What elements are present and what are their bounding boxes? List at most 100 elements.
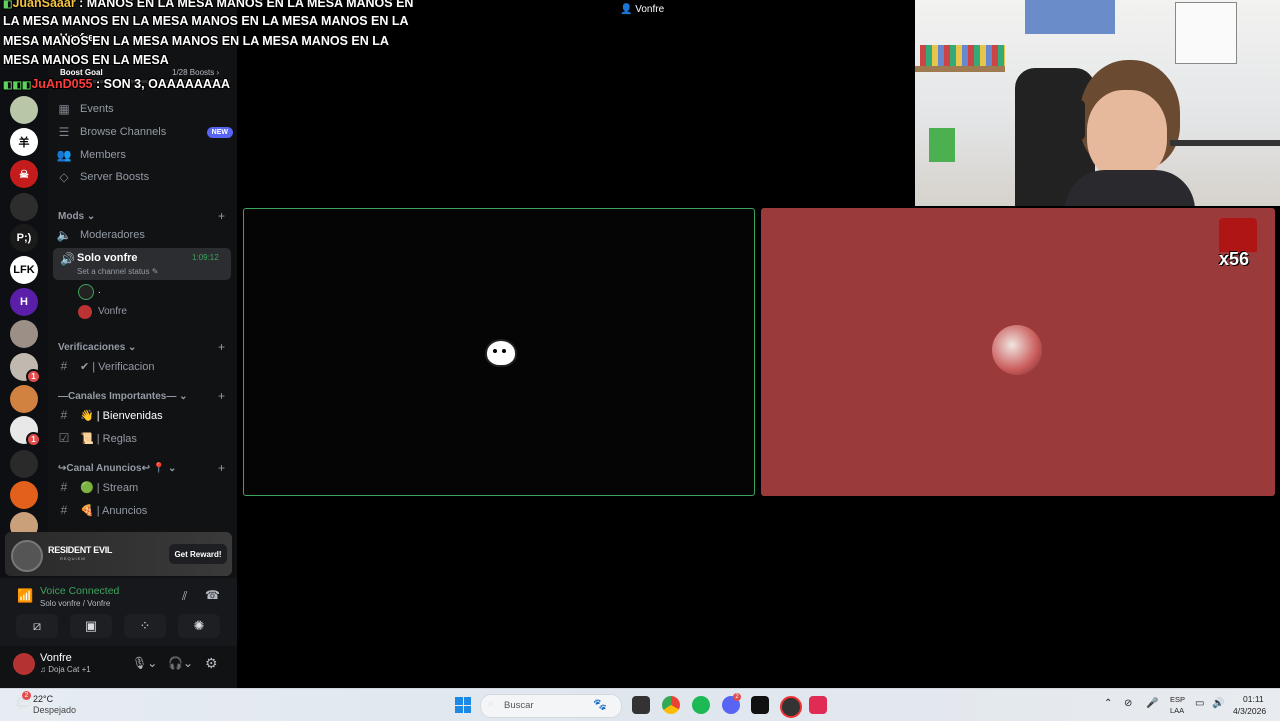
- avatar: [992, 325, 1042, 375]
- channel-moderadores[interactable]: 🔈 Moderadores: [56, 224, 233, 246]
- person-body: [1065, 170, 1195, 206]
- sidebar-item-members[interactable]: 👥 Members: [56, 144, 233, 166]
- category-mods[interactable]: Mods ⌄: [58, 211, 95, 222]
- channel-stream[interactable]: # 🟢 | Stream: [56, 476, 233, 498]
- voice-user[interactable]: Vonfre: [98, 306, 127, 317]
- server-icon-1[interactable]: [10, 96, 38, 124]
- server-icon-12[interactable]: [10, 450, 38, 478]
- server-icon-11[interactable]: 1: [10, 416, 41, 447]
- server-icon-3[interactable]: ☠: [10, 160, 38, 188]
- voice-timer: 1:09:12: [192, 253, 219, 262]
- volume-icon[interactable]: 🔊: [1212, 698, 1224, 709]
- voice-status[interactable]: Voice Connected: [40, 585, 119, 597]
- mic-arm: [1170, 140, 1280, 146]
- server-icon-4[interactable]: [10, 193, 38, 221]
- alert-graphic: [1219, 218, 1257, 252]
- chrome-icon[interactable]: [662, 696, 680, 714]
- microphone-tray-icon[interactable]: 🎤: [1146, 698, 1158, 709]
- new-badge: NEW: [206, 126, 233, 138]
- obs-icon[interactable]: [780, 696, 802, 718]
- server-icon-7[interactable]: H: [10, 288, 38, 316]
- network-icon[interactable]: ⊘: [1124, 698, 1132, 709]
- user-name[interactable]: Vonfre: [40, 652, 72, 664]
- server-icon-8[interactable]: [10, 320, 38, 348]
- channel-reglas[interactable]: ☑ 📜 | Reglas: [56, 427, 233, 449]
- language-top[interactable]: ESP: [1170, 695, 1185, 704]
- clock-date[interactable]: 4/3/2026: [1233, 706, 1266, 716]
- language-bottom[interactable]: LAA: [1170, 706, 1184, 715]
- notification-badge: 1: [26, 369, 41, 384]
- channel-label: 📜 | Reglas: [80, 432, 137, 445]
- channel-status[interactable]: Set a channel status ✎: [77, 267, 158, 276]
- game-icon: [11, 540, 43, 572]
- search-box[interactable]: ⌕ Buscar 🐾: [480, 694, 622, 718]
- headphones-icon[interactable]: 🎧⌄: [168, 656, 193, 670]
- server-icon-2[interactable]: 羊: [10, 128, 38, 156]
- avatar[interactable]: [13, 653, 35, 675]
- person-face: [1087, 90, 1167, 180]
- chat-badges-icon: ◧◧◧: [3, 80, 32, 91]
- server-icon-5[interactable]: P;): [10, 224, 38, 252]
- spotify-icon[interactable]: [692, 696, 710, 714]
- capcut-icon[interactable]: [751, 696, 769, 714]
- weather-temp[interactable]: 22°C: [33, 694, 53, 704]
- category-anuncios[interactable]: ↪Canal Anuncios↩ 📍 ⌄: [58, 463, 176, 474]
- voice-location[interactable]: Solo vonfre / Vonfre: [40, 599, 110, 608]
- sidebar-item-label: Members: [80, 149, 126, 161]
- sidebar-item-server-boosts[interactable]: ◇ Server Boosts: [56, 166, 233, 188]
- poster: [1175, 2, 1237, 64]
- signal-icon[interactable]: 📶: [17, 588, 33, 604]
- weather-desc[interactable]: Despejado: [33, 705, 76, 715]
- add-channel-icon[interactable]: +: [218, 389, 225, 403]
- server-icon-6[interactable]: LFK: [10, 256, 38, 284]
- start-icon[interactable]: [455, 697, 471, 713]
- server-icon-9[interactable]: 1: [10, 353, 41, 384]
- channel-bienvenidas[interactable]: # 👋 | Bienvenidas: [56, 404, 233, 426]
- screen-share-button[interactable]: ▣: [70, 614, 112, 638]
- activities-icon: ⁘: [139, 618, 151, 633]
- server-icon-13[interactable]: [10, 481, 38, 509]
- category-canales-importantes[interactable]: —Canales Importantes— ⌄: [58, 391, 188, 402]
- top-bar-user: 👤 Vonfre: [620, 4, 665, 15]
- noise-suppression-icon[interactable]: ⫽: [182, 589, 187, 604]
- settings-gear-icon[interactable]: ⚙: [205, 655, 218, 672]
- task-view-icon[interactable]: [632, 696, 650, 714]
- promo-banner[interactable]: RESIDENT EVIL REQUIEM Get Reward!: [5, 532, 232, 576]
- channel-verificacion[interactable]: # ✔ | Verificacion: [56, 355, 233, 377]
- weather-badge: 2: [22, 691, 31, 700]
- browse-icon: ☰: [58, 125, 70, 139]
- notification-badge: 1: [26, 432, 41, 447]
- channel-label: ✔ | Verificacion: [80, 360, 155, 373]
- discord-badge: 2: [733, 693, 741, 701]
- voice-user[interactable]: .: [98, 285, 101, 296]
- microphone-icon[interactable]: 🎙⌄: [132, 656, 157, 670]
- sidebar-item-label: Server Boosts: [80, 171, 150, 183]
- sidebar-item-label: Browse Channels: [80, 126, 167, 138]
- windows-taskbar: 🌤 2 22°C Despejado ⌕ Buscar 🐾 2 ⌃ ⊘ 🎤 ES…: [0, 688, 1280, 721]
- add-channel-icon[interactable]: +: [218, 461, 225, 475]
- multiplier-counter: x56: [1219, 249, 1250, 269]
- speaker-active-icon: 🔊: [60, 252, 75, 266]
- add-channel-icon[interactable]: +: [218, 209, 225, 223]
- chevron-up-icon[interactable]: ⌃: [1104, 698, 1112, 709]
- channel-anuncios[interactable]: # 🍕 | Anuncios: [56, 499, 233, 521]
- server-icon-10[interactable]: [10, 385, 38, 413]
- category-verificaciones[interactable]: Verificaciones ⌄: [58, 342, 136, 353]
- sidebar-item-browse-channels[interactable]: ☰ Browse Channels NEW: [56, 121, 233, 143]
- disconnect-icon[interactable]: ☎: [205, 588, 220, 602]
- tiktok-live-icon[interactable]: [809, 696, 827, 714]
- sidebar-item-events[interactable]: ▦ Events: [56, 98, 233, 120]
- chat-line: ◧◧◧JuAnD055 : SON 3, OAAAAAAAA: [3, 77, 230, 91]
- camera-button[interactable]: ⧄: [16, 614, 58, 638]
- video-tile-speaking[interactable]: [243, 208, 755, 496]
- channel-label: 👋 | Bienvenidas: [80, 409, 163, 422]
- boost-count[interactable]: 1/28 Boosts ›: [172, 68, 219, 77]
- video-tile-user[interactable]: [761, 208, 1275, 496]
- activities-button[interactable]: ⁘: [124, 614, 166, 638]
- display-icon[interactable]: ▭: [1195, 698, 1204, 709]
- clock-time[interactable]: 01:11: [1243, 694, 1264, 704]
- add-channel-icon[interactable]: +: [218, 340, 225, 354]
- get-reward-button[interactable]: Get Reward!: [169, 544, 227, 564]
- chat-line: MESA MANOS EN LA MESA MANOS EN LA MESA M…: [3, 34, 389, 48]
- soundboard-button[interactable]: ✺: [178, 614, 220, 638]
